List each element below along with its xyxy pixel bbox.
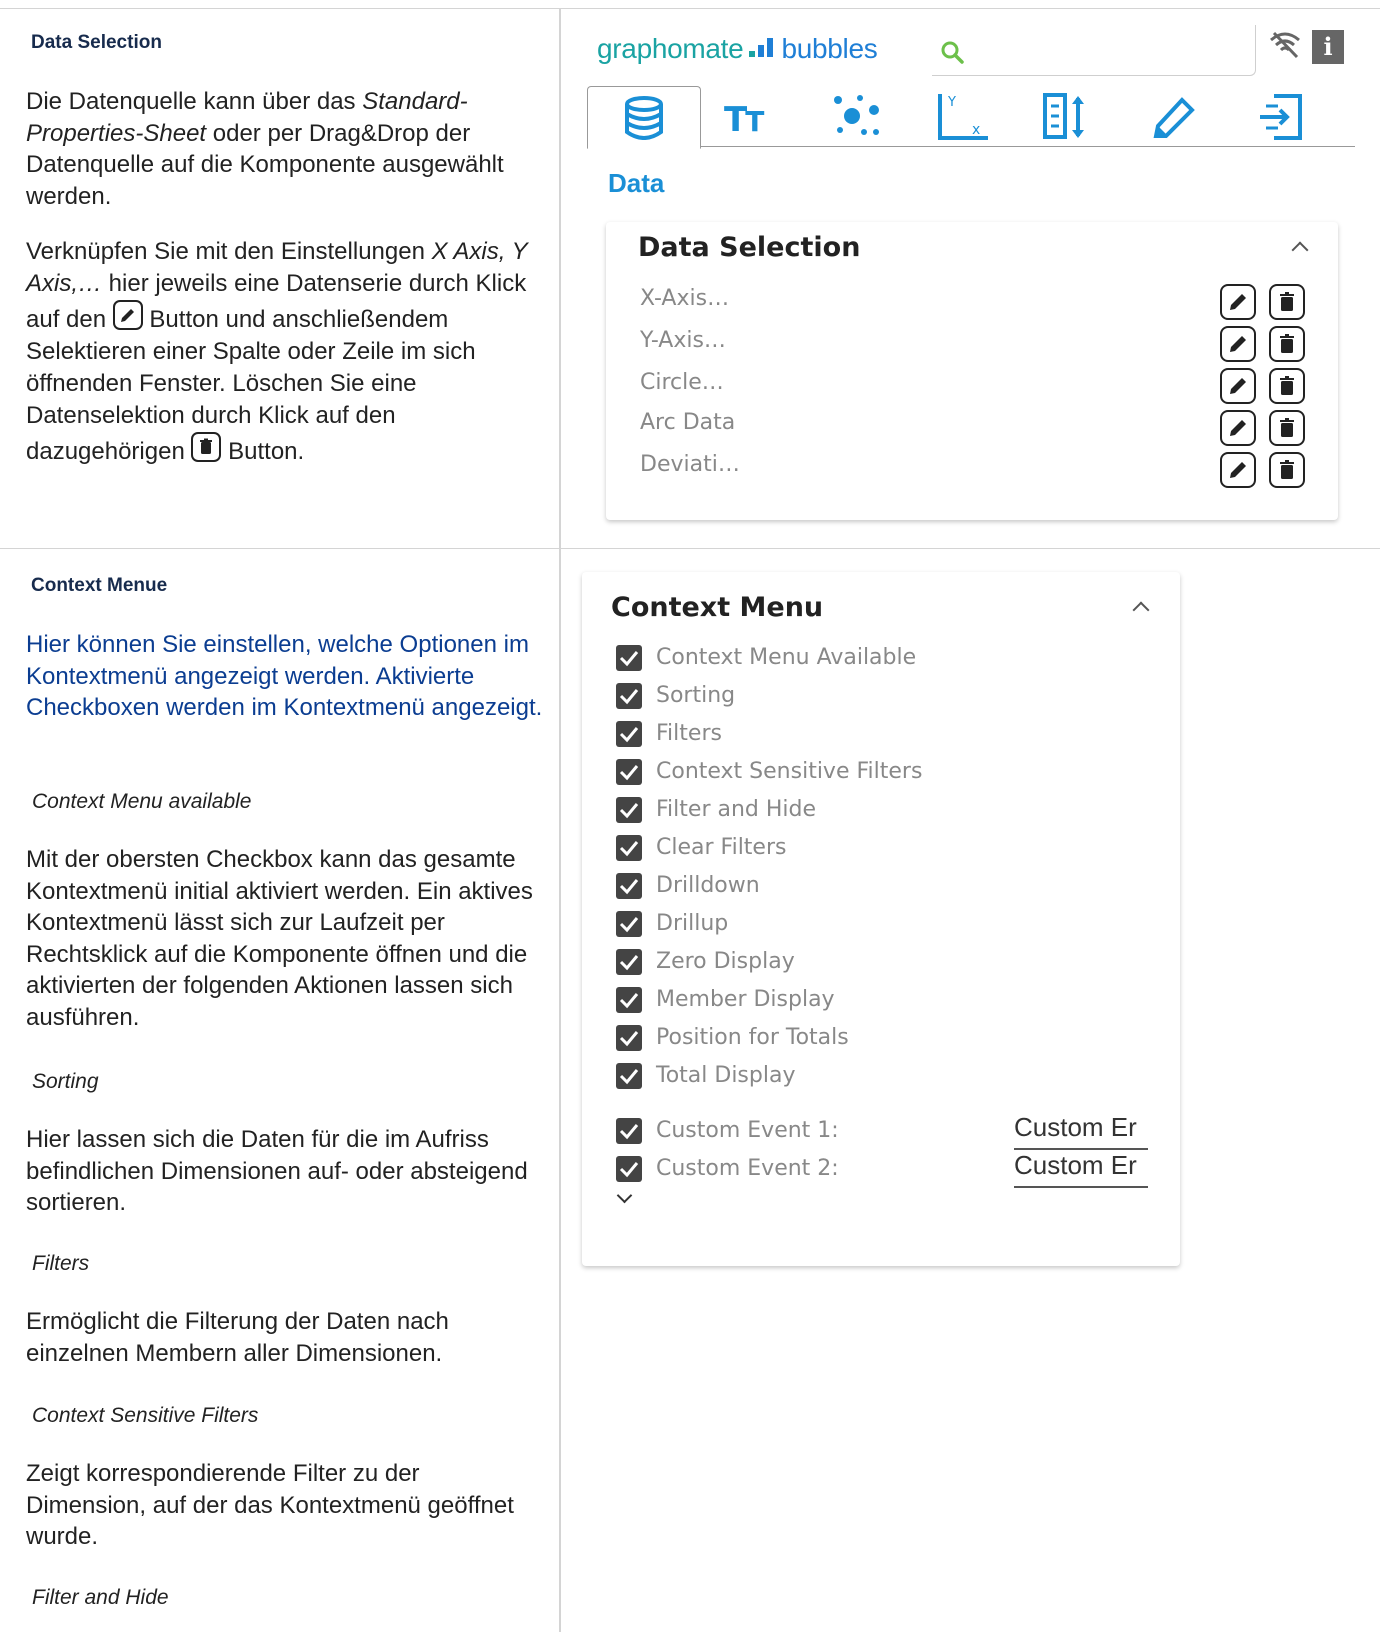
context-menue-intro: Hier können Sie einstellen, welche Optio…: [26, 631, 543, 721]
section-title-data-selection: Data Selection: [31, 32, 162, 53]
info-icon[interactable]: i: [1312, 30, 1344, 64]
checkbox[interactable]: [616, 1156, 642, 1182]
checkbox[interactable]: [616, 759, 642, 785]
logo-text-bubbles: bubbles: [781, 33, 878, 64]
export-icon[interactable]: [1256, 92, 1304, 147]
search-input[interactable]: [932, 25, 1256, 76]
context-menu-title: Context Menu: [611, 592, 824, 623]
option-label: Member Display: [656, 987, 835, 1012]
sub-heading: Context Sensitive Filters: [32, 1404, 259, 1427]
edit-button[interactable]: [1220, 410, 1256, 446]
option-label: Filter and Hide: [656, 797, 817, 822]
delete-button[interactable]: [1269, 410, 1305, 446]
data-row-label: X-Axis…: [640, 286, 730, 311]
option-label: Sorting: [656, 683, 736, 708]
option-label: Drillup: [656, 911, 729, 936]
delete-button[interactable]: [1269, 326, 1305, 362]
sub-heading: Context Menu available: [32, 790, 252, 813]
section-title-context-menue: Context Menue: [31, 575, 168, 596]
edit-button[interactable]: [1220, 452, 1256, 488]
text-size-icon[interactable]: TT: [724, 100, 764, 140]
checkbox[interactable]: [616, 911, 642, 937]
option-label: Drilldown: [656, 873, 760, 898]
svg-text:Y: Y: [947, 95, 956, 110]
sub-heading: Filters: [32, 1252, 90, 1275]
checkbox[interactable]: [616, 683, 642, 709]
data-row-label: Y-Axis…: [640, 328, 726, 353]
custom-event-label: Custom Event 2:: [656, 1156, 839, 1181]
data-heading: Data: [608, 168, 665, 198]
custom-event-input[interactable]: Custom Er: [1014, 1112, 1148, 1150]
database-icon[interactable]: [622, 96, 666, 145]
custom-event-label: Custom Event 1:: [656, 1118, 839, 1143]
data-selection-paragraph-2: Verknüpfen Sie mit den Einstellungen X A…: [26, 238, 528, 465]
custom-event-input[interactable]: Custom Er: [1014, 1150, 1148, 1188]
edit-button[interactable]: [1220, 326, 1256, 362]
pen-icon[interactable]: [1148, 92, 1198, 147]
delete-button[interactable]: [1269, 452, 1305, 488]
layout-icon[interactable]: [1042, 92, 1090, 147]
data-row-label: Circle…: [640, 370, 724, 395]
data-row-label: Arc Data: [640, 410, 736, 435]
option-label: Context Menu Available: [656, 645, 917, 670]
edit-button[interactable]: [1220, 284, 1256, 320]
option-label: Zero Display: [656, 949, 795, 974]
sub-heading: Filter and Hide: [32, 1586, 169, 1609]
checkbox[interactable]: [616, 721, 642, 747]
svg-text:x: x: [972, 122, 980, 138]
delete-button[interactable]: [1269, 284, 1305, 320]
axis-icon[interactable]: Yx: [936, 92, 990, 147]
search-icon: [940, 40, 966, 71]
graphomate-logo: graphomate bubbles: [597, 33, 878, 65]
trash-icon: [191, 432, 222, 462]
data-selection-paragraph-1: Die Datenquelle kann über das Standard-P…: [26, 88, 504, 210]
column-divider: [559, 8, 561, 1632]
checkbox[interactable]: [616, 797, 642, 823]
checkbox[interactable]: [616, 949, 642, 975]
option-label: Clear Filters: [656, 835, 787, 860]
option-label: Position for Totals: [656, 1025, 849, 1050]
checkbox[interactable]: [616, 1063, 642, 1089]
bars-icon: [749, 33, 775, 65]
edit-button[interactable]: [1220, 368, 1256, 404]
delete-button[interactable]: [1269, 368, 1305, 404]
description-text: Hier lassen sich die Daten für die im Au…: [26, 1126, 528, 1216]
row-divider: [0, 548, 1380, 549]
option-label: Total Display: [656, 1063, 796, 1088]
top-divider: [0, 8, 1380, 9]
checkbox[interactable]: [616, 1118, 642, 1144]
option-label: Filters: [656, 721, 722, 746]
edit-icon: [112, 300, 143, 330]
wifi-off-icon[interactable]: [1268, 30, 1302, 65]
checkbox[interactable]: [616, 987, 642, 1013]
sub-heading: Sorting: [32, 1070, 99, 1093]
logo-text: graphomate: [597, 33, 744, 64]
checkbox[interactable]: [616, 873, 642, 899]
option-label: Context Sensitive Filters: [656, 759, 923, 784]
data-selection-title: Data Selection: [638, 232, 861, 263]
checkbox[interactable]: [616, 1025, 642, 1051]
description-text: Zeigt korrespondierende Filter zu der Di…: [26, 1460, 514, 1550]
checkbox[interactable]: [616, 835, 642, 861]
description-text: Ermöglicht die Filterung der Daten nach …: [26, 1308, 449, 1367]
checkbox[interactable]: [616, 645, 642, 671]
bubbles-icon[interactable]: [830, 92, 882, 145]
data-row-label: Deviati…: [640, 452, 740, 477]
description-text: Mit der obersten Checkbox kann das gesam…: [26, 846, 533, 1031]
